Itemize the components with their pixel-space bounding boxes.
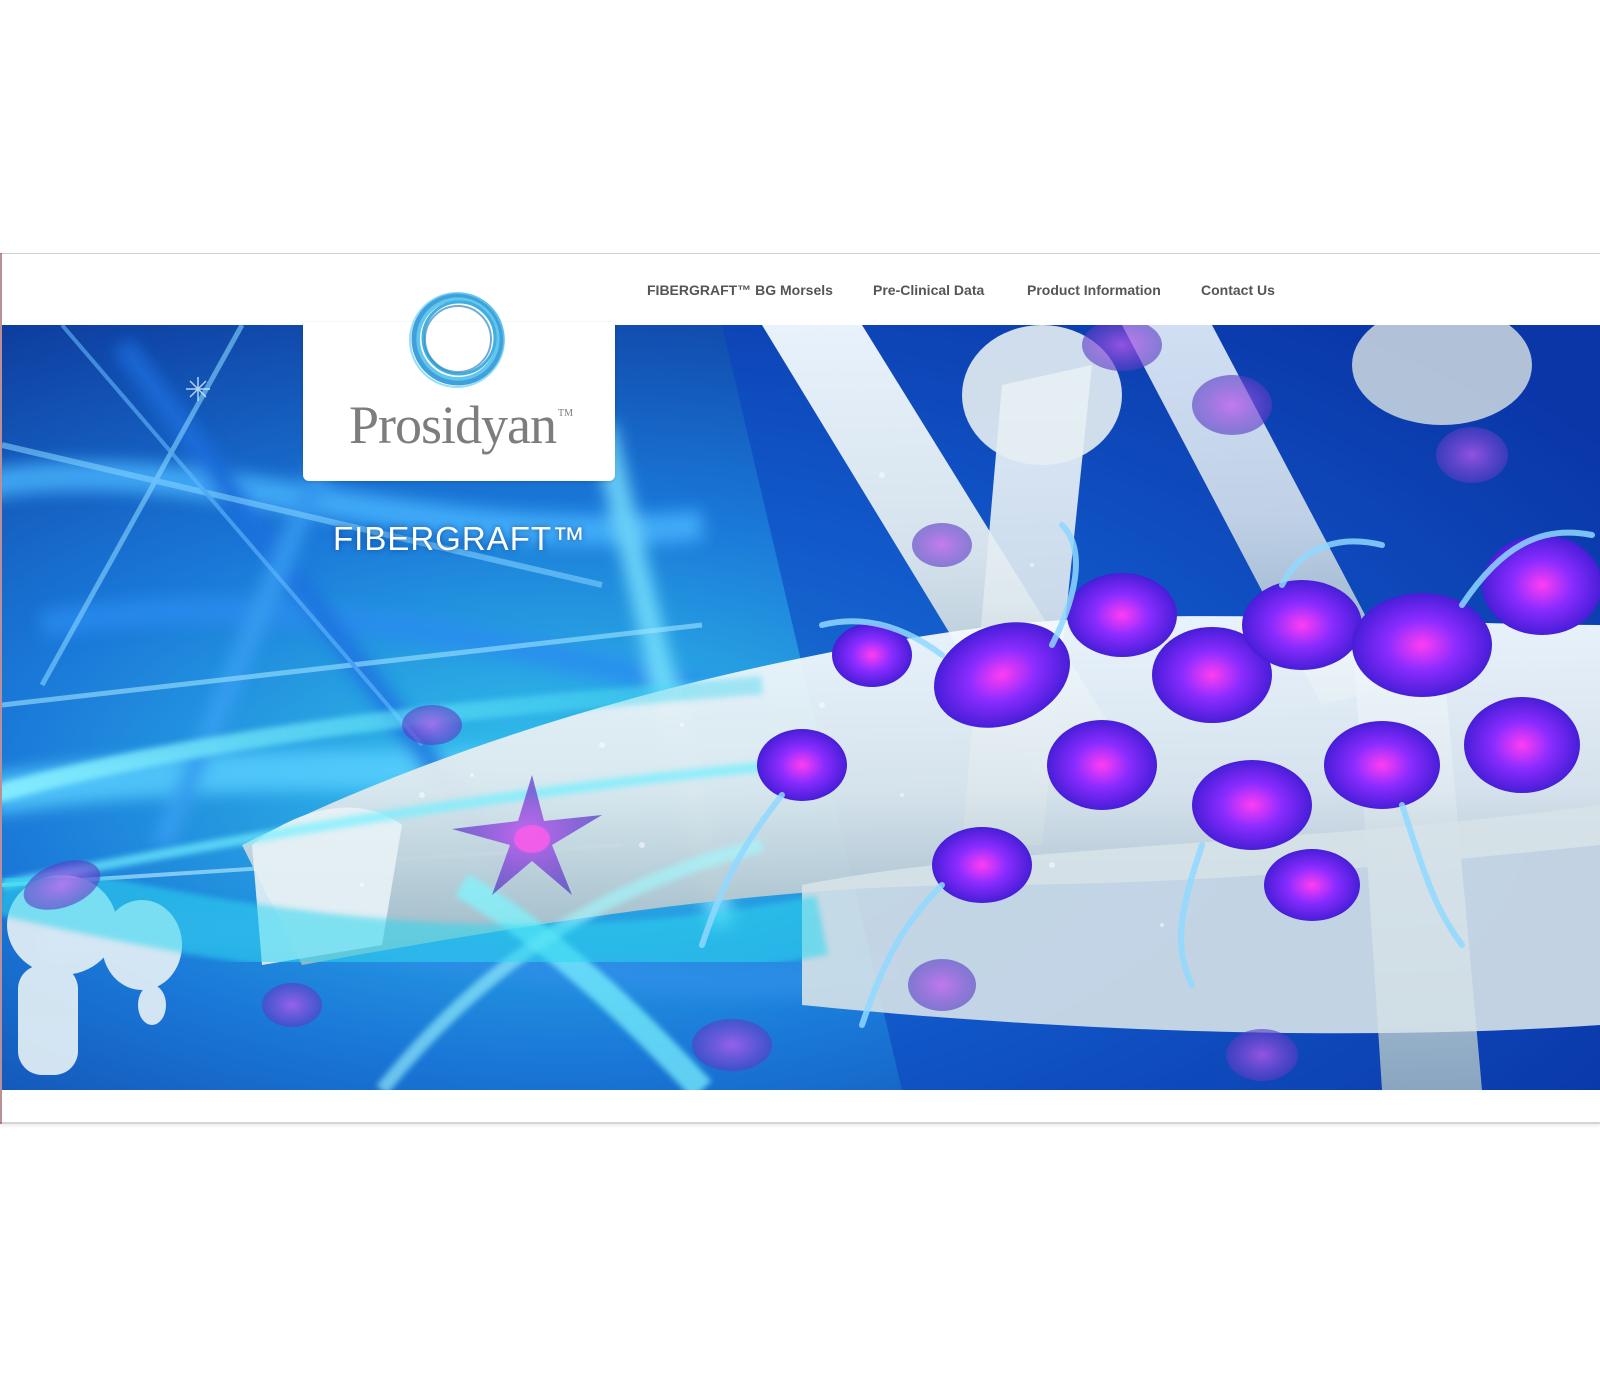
logo-wordmark-text: Prosidyan — [349, 395, 557, 455]
nav-item-contact-us[interactable]: Contact Us — [1201, 282, 1275, 298]
logo-wordmark: Prosidyan TM — [349, 394, 573, 456]
logo-trademark: TM — [558, 408, 573, 419]
logo-card[interactable]: Prosidyan TM — [303, 292, 615, 481]
blue-ring-logo-icon — [409, 292, 505, 388]
main-navigation: FIBERGRAFT™ BG Morsels Pre-Clinical Data… — [0, 282, 1600, 302]
nav-item-pre-clinical-data[interactable]: Pre-Clinical Data — [873, 282, 984, 298]
hero-product-title: FIBERGRAFT™ — [333, 520, 587, 557]
nav-item-product-information[interactable]: Product Information — [1027, 282, 1161, 298]
nav-item-fibergraft-bg-morsels[interactable]: FIBERGRAFT™ BG Morsels — [647, 282, 833, 298]
hero-banner-image — [2, 325, 1600, 1090]
